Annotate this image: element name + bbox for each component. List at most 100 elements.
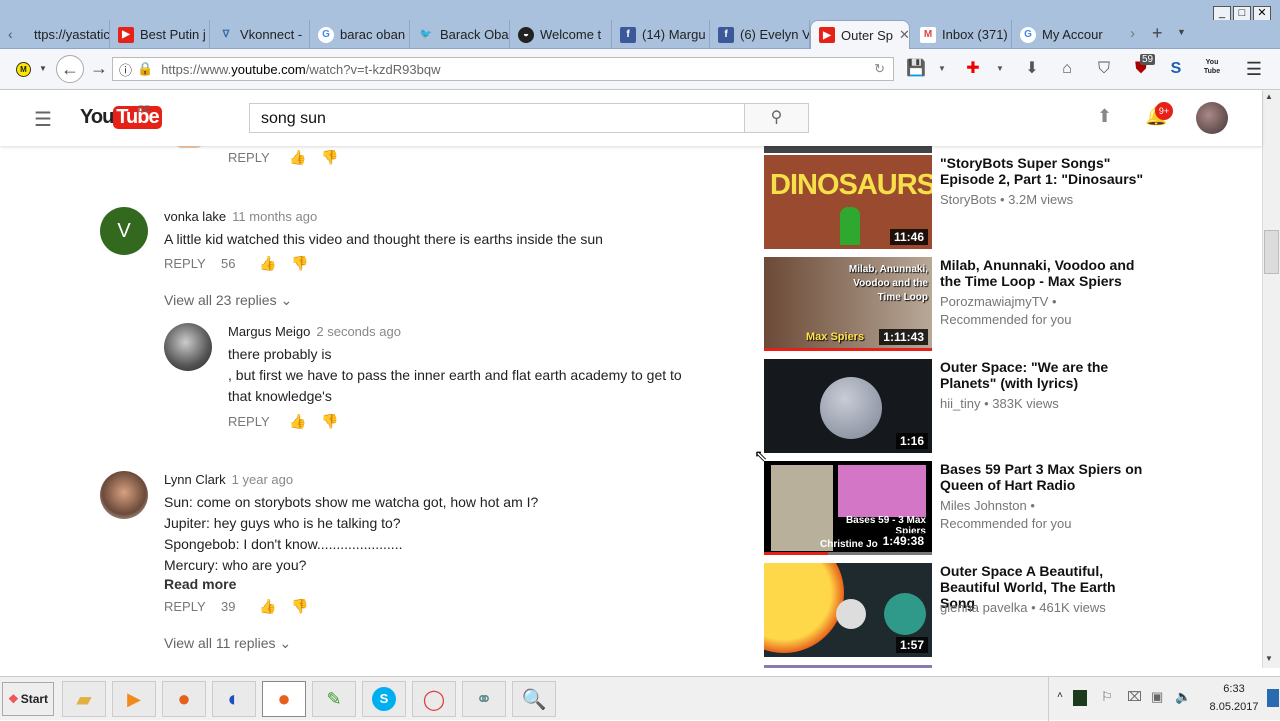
youtube-logo[interactable]: You Tube EE [80,104,162,129]
action-center-flag-icon[interactable]: ⚐ [1101,689,1113,705]
tab-facebook-2[interactable]: f (6) Evelyn V [710,20,810,49]
thumbs-up-icon[interactable]: 👍 [289,149,306,166]
recommended-video[interactable]: DINOSAURS 11:46 "StoryBots Super Songs" … [764,155,1143,249]
tab-my-account[interactable]: G My Accour [1012,20,1117,49]
guide-menu-icon[interactable]: ☰ [34,107,52,132]
video-thumbnail[interactable]: 1:16 [764,359,932,453]
video-thumbnail[interactable]: Milab, Anunnaki, Voodoo and the Time Loo… [764,257,932,351]
skype-icon[interactable]: S [362,681,406,717]
start-button[interactable]: ❖ Start [2,682,54,716]
new-tab-button[interactable]: + [1152,23,1163,44]
notepad-icon[interactable]: ✎ [312,681,356,717]
tab-facebook-1[interactable]: f (14) Margu [612,20,710,49]
tab-yastatic[interactable]: ttps://yastatic [26,20,110,49]
save-page-icon[interactable]: 💾 [906,59,926,79]
file-explorer-icon[interactable]: ▰ [62,681,106,717]
video-title[interactable]: Bases 59 Part 3 Max Spiers on Queen of H… [940,461,1150,493]
avatar[interactable] [100,471,148,519]
show-hidden-icons[interactable]: ˄ [1057,690,1063,701]
tab-twitter[interactable]: 🐦 Barack Oba [410,20,510,49]
comment-author[interactable]: Margus Meigo [228,324,310,339]
thumbs-down-icon[interactable]: 👎 [321,413,338,430]
opera-icon[interactable]: ◐ [212,681,256,717]
scrollbar-thumb[interactable] [1264,230,1279,274]
usb-icon[interactable]: ⌧ [1127,689,1142,705]
thumbs-down-icon[interactable]: 👎 [291,255,308,272]
back-button[interactable]: ← [56,55,84,83]
video-thumbnail-partial[interactable] [764,146,932,153]
clock-date[interactable]: 8.05.2017 [1205,701,1263,713]
recommended-video[interactable]: 1:16 Outer Space: "We are the Planets" (… [764,359,1108,453]
thumbs-down-icon[interactable]: 👎 [291,598,308,615]
s-extension-icon[interactable]: S [1166,59,1186,79]
reply-button[interactable]: REPLY [164,256,206,271]
search-app-icon[interactable]: 🔍 [512,681,556,717]
page-scrollbar[interactable]: ▲ ▼ [1262,90,1280,668]
video-title[interactable]: Outer Space: "We are the Planets" (with … [940,359,1150,391]
upload-icon[interactable]: ⬆ [1097,106,1112,127]
channel-name[interactable]: hii_tiny [940,396,980,411]
channel-name[interactable]: PorozmawiajmyTV [940,294,1048,309]
volume-icon[interactable]: 🔈 [1175,689,1191,705]
close-tab-icon[interactable]: ✕ [899,27,909,43]
save-dropdown-icon[interactable]: ▼ [932,59,952,79]
search-button[interactable]: ⚲ [744,103,809,133]
firefox-icon[interactable]: ● [162,681,206,717]
video-thumbnail-partial[interactable] [764,665,932,668]
tab-gmail[interactable]: M Inbox (371) [912,20,1012,49]
video-thumbnail[interactable]: 1:57 [764,563,932,657]
first-aid-icon[interactable]: ✚ [963,59,983,79]
tab-outer-space-active[interactable]: ▶ Outer Sp ✕ [810,20,910,49]
read-more-link[interactable]: Read more [164,576,236,592]
avatar[interactable] [164,323,212,371]
firefox-active-icon[interactable]: ● [262,681,306,717]
show-desktop-button[interactable] [1267,689,1279,707]
close-window-button[interactable]: ✕ [1253,6,1271,21]
scroll-tabs-right-icon[interactable]: › [1130,25,1135,42]
scroll-tabs-left-icon[interactable]: ‹ [8,26,13,42]
info-icon[interactable]: ⓘ [119,60,132,79]
view-replies-button[interactable]: View all 11 replies ⌄ [164,635,291,652]
comment-time[interactable]: 11 months ago [232,209,317,224]
tab-best-putin[interactable]: ▶ Best Putin j [110,20,210,49]
avatar[interactable]: V [100,207,148,255]
pocket-icon[interactable]: ⛉ [1094,59,1114,79]
clock-time[interactable]: 6:33 [1209,683,1259,695]
view-replies-button[interactable]: View all 23 replies ⌄ [164,292,292,309]
reply-button[interactable]: REPLY [228,150,270,165]
search-input[interactable]: song sun [249,103,745,133]
thumbs-down-icon[interactable]: 👎 [321,149,338,166]
network-tool-icon[interactable]: ⚭ [462,681,506,717]
comment-author[interactable]: vonka lake [164,209,226,224]
tab-list-dropdown-icon[interactable]: ▼ [1177,27,1186,37]
first-aid-dropdown-icon[interactable]: ▼ [990,59,1010,79]
channel-name[interactable]: Miles Johnston [940,498,1027,513]
home-icon[interactable]: ⌂ [1057,59,1077,79]
video-title[interactable]: Milab, Anunnaki, Voodoo and the Time Loo… [940,257,1150,289]
scroll-down-arrow[interactable]: ▼ [1265,654,1273,663]
reply-button[interactable]: REPLY [164,599,206,614]
recommended-video[interactable]: 1:57 Outer Space A Beautiful, Beautiful … [764,563,1116,657]
comment-time[interactable]: 2 seconds ago [316,324,401,339]
video-title[interactable]: "StoryBots Super Songs" Episode 2, Part … [940,155,1150,187]
video-thumbnail[interactable]: DINOSAURS 11:46 [764,155,932,249]
downloads-icon[interactable]: ⬇ [1022,59,1042,79]
thumbs-up-icon[interactable]: 👍 [259,598,276,615]
comment-time[interactable]: 1 year ago [232,472,293,487]
app-circle-icon[interactable]: ◯ [412,681,456,717]
account-avatar[interactable] [1196,102,1228,134]
tab-welcome[interactable]: ◒ Welcome t [510,20,612,49]
maximize-button[interactable]: □ [1233,6,1251,21]
network-icon[interactable]: ▣ [1151,689,1163,705]
extension-m-icon[interactable]: M [16,62,31,77]
thumbs-up-icon[interactable]: 👍 [259,255,276,272]
tab-vkonnect[interactable]: ∇ Vkonnect - [210,20,310,49]
tray-app-icon[interactable] [1073,690,1087,706]
url-bar[interactable]: ⓘ 🔒 https://www. youtube.com/watch?v=t-kz… [112,57,894,81]
menu-icon[interactable]: ☰ [1244,59,1264,79]
forward-button[interactable]: → [90,58,108,79]
comment-author[interactable]: Lynn Clark [164,472,226,487]
extension-dropdown-icon[interactable]: ▼ [39,64,47,73]
tab-google-search[interactable]: Gbarac oban [310,20,410,49]
scroll-up-arrow[interactable]: ▲ [1265,92,1273,101]
